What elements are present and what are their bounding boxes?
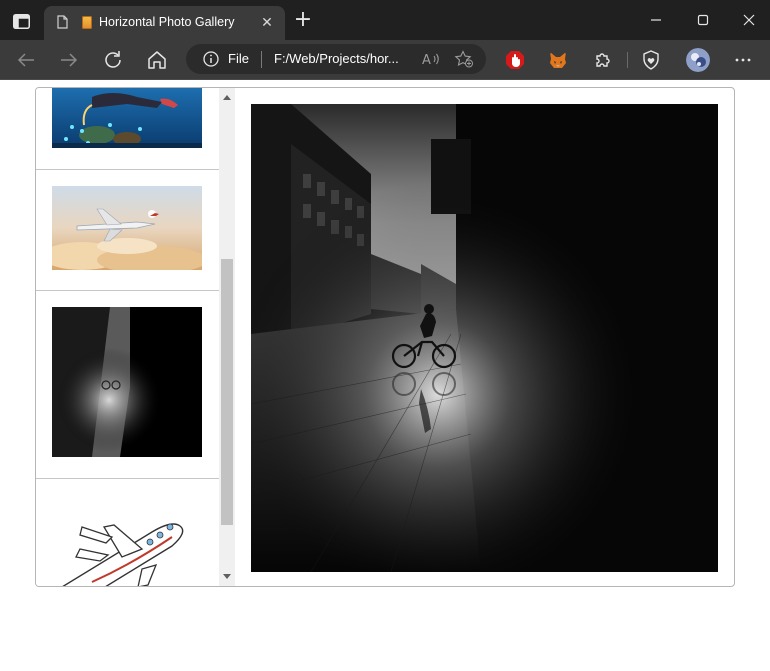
scroll-down-icon[interactable]	[223, 574, 231, 579]
puzzle-icon[interactable]	[593, 50, 613, 70]
thumbnail-item[interactable]	[36, 291, 219, 479]
window-close-icon[interactable]	[737, 10, 761, 30]
tab-bar: Horizontal Photo Gallery ✕ +	[0, 0, 770, 40]
new-tab-button[interactable]: +	[293, 9, 313, 31]
thumbnail-item[interactable]	[36, 170, 219, 291]
photo-gallery	[35, 87, 735, 587]
read-aloud-icon[interactable]: A	[421, 50, 441, 68]
svg-text:A: A	[422, 53, 431, 68]
thumbnail-item[interactable]	[36, 88, 219, 170]
ellipsis-icon[interactable]	[733, 50, 753, 70]
scroll-up-icon[interactable]	[223, 95, 231, 100]
selected-photo	[251, 104, 718, 572]
tab-close-icon[interactable]: ✕	[258, 14, 276, 32]
thumbnail-strip[interactable]	[36, 88, 219, 586]
address-url[interactable]: F:/Web/Projects/hor...	[274, 51, 399, 66]
tab-actions-icon[interactable]	[13, 14, 30, 29]
metamask-fox-icon[interactable]	[548, 50, 568, 70]
thumbnail-item[interactable]	[36, 479, 219, 586]
navigation-toolbar: File F:/Web/Projects/hor... A	[0, 40, 770, 80]
address-bar[interactable]: File F:/Web/Projects/hor... A	[186, 44, 486, 74]
address-scheme: File	[228, 51, 249, 66]
page-icon	[57, 15, 68, 29]
maximize-icon[interactable]	[691, 10, 715, 30]
thumbnail-cyclist-street[interactable]	[52, 307, 202, 457]
main-photo-viewer	[251, 104, 718, 572]
tab-title: Horizontal Photo Gallery	[99, 15, 235, 29]
back-arrow-icon[interactable]	[14, 48, 38, 72]
thumbnail-underwater-diver[interactable]	[52, 88, 202, 148]
browser-tab[interactable]: Horizontal Photo Gallery ✕	[44, 6, 285, 40]
scrollbar-thumb[interactable]	[221, 259, 233, 525]
adblock-extension-icon[interactable]	[505, 50, 525, 70]
forward-arrow-icon[interactable]	[57, 48, 81, 72]
favicon	[82, 16, 92, 29]
thumbnail-scrollbar[interactable]	[219, 88, 235, 586]
refresh-icon[interactable]	[101, 48, 125, 72]
add-favorite-icon[interactable]	[454, 50, 474, 68]
shield-heart-icon[interactable]	[641, 50, 661, 70]
toolbar-divider	[627, 52, 628, 68]
home-icon[interactable]	[145, 48, 169, 72]
address-divider	[261, 51, 262, 68]
info-icon[interactable]	[203, 51, 219, 67]
thumbnail-cartoon-airplane[interactable]	[52, 497, 202, 586]
avatar[interactable]	[686, 48, 710, 72]
thumbnail-airplane-clouds[interactable]	[52, 186, 202, 270]
minimize-icon[interactable]	[644, 10, 668, 30]
